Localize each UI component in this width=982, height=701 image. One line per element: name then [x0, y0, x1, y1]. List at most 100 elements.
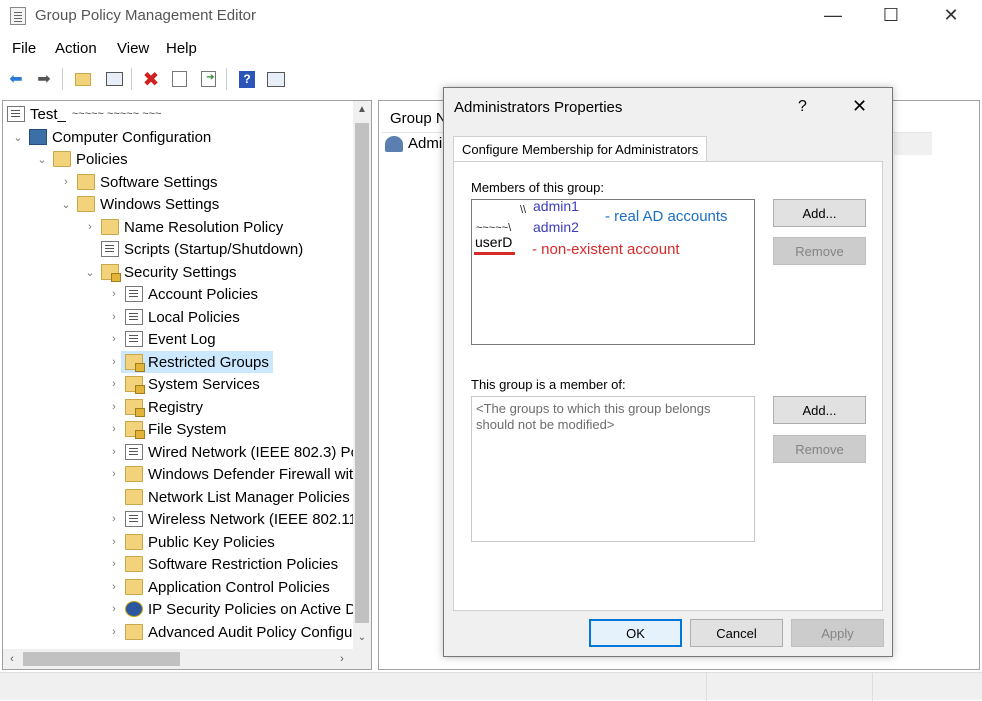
tree-item-registry[interactable]: › Registry	[107, 396, 203, 418]
tree-horizontal-scrollbar[interactable]: ‹ ›	[3, 649, 371, 669]
scripts-icon	[101, 241, 119, 257]
tab-configure-membership[interactable]: Configure Membership for Administrators	[453, 136, 708, 162]
scroll-down-icon[interactable]: ⌄	[353, 629, 371, 647]
tree-item-windows-settings[interactable]: ⌄ Windows Settings	[59, 193, 219, 215]
tree-vertical-scrollbar[interactable]: ▲ ⌄	[353, 101, 371, 649]
scroll-left-icon[interactable]: ‹	[3, 649, 21, 669]
chevron-right-icon[interactable]: ›	[83, 221, 97, 233]
account-policies-icon	[125, 286, 143, 302]
export-list-icon[interactable]: ➔	[197, 68, 219, 90]
help-icon[interactable]: ?	[236, 68, 258, 90]
tree-item-label: Registry	[148, 398, 204, 416]
folder-icon	[77, 174, 95, 190]
show-action-pane-icon[interactable]	[265, 68, 287, 90]
tree-item-software-settings[interactable]: › Software Settings	[59, 171, 217, 193]
tree-item-system-services[interactable]: › System Services	[107, 373, 260, 395]
chevron-right-icon[interactable]: ›	[107, 311, 121, 323]
menu-action[interactable]: Action	[55, 40, 97, 57]
scroll-up-icon[interactable]: ▲	[353, 101, 371, 119]
tree-item-wired-network[interactable]: › Wired Network (IEEE 802.3) Poli	[107, 441, 365, 463]
tree-item-advanced-audit[interactable]: › Advanced Audit Policy Configu	[107, 621, 352, 643]
tree-item-scripts[interactable]: Scripts (Startup/Shutdown)	[83, 238, 303, 260]
tree-item-computer-configuration[interactable]: ⌄ Computer Configuration	[11, 126, 211, 148]
back-arrow-icon[interactable]: ⬅	[5, 68, 27, 90]
tree-item-defender-firewall[interactable]: › Windows Defender Firewall wit	[107, 463, 353, 485]
chevron-right-icon[interactable]: ›	[107, 603, 121, 615]
chevron-right-icon[interactable]: ›	[107, 288, 121, 300]
tree-item-local-policies[interactable]: › Local Policies	[107, 306, 240, 328]
tree-item-network-list-manager[interactable]: Network List Manager Policies	[107, 486, 350, 508]
scroll-thumb[interactable]	[23, 652, 180, 666]
member-of-remove-button[interactable]: Remove	[773, 435, 866, 463]
tree-item-policies[interactable]: ⌄ Policies	[35, 148, 127, 170]
toolbar-separator	[62, 68, 63, 90]
chevron-right-icon[interactable]: ›	[59, 176, 73, 188]
member-of-add-button[interactable]: Add...	[773, 396, 866, 424]
tree-item-public-key-policies[interactable]: › Public Key Policies	[107, 531, 275, 553]
tree-item-security-settings[interactable]: ⌄ Security Settings	[83, 261, 237, 283]
chevron-right-icon[interactable]: ›	[107, 558, 121, 570]
up-folder-icon[interactable]	[72, 68, 94, 90]
tree-item-account-policies[interactable]: › Account Policies	[107, 283, 258, 305]
cancel-button[interactable]: Cancel	[690, 619, 783, 647]
chevron-right-icon[interactable]: ›	[107, 333, 121, 345]
close-window-button[interactable]: ✕	[928, 0, 974, 32]
apply-button[interactable]: Apply	[791, 619, 884, 647]
tree-item-event-log[interactable]: › Event Log	[107, 328, 215, 350]
chevron-right-icon[interactable]: ›	[107, 423, 121, 435]
member-item[interactable]: admin1	[533, 198, 579, 214]
annotation-nonexistent-account: - non-existent account	[532, 241, 680, 258]
tree-item-wireless-network[interactable]: › Wireless Network (IEEE 802.11) I	[107, 508, 370, 530]
tree-item-application-control[interactable]: › Application Control Policies	[107, 576, 330, 598]
chevron-right-icon[interactable]: ›	[107, 626, 121, 638]
redacted-text: ~~~~~ ~~~~~ ~~~	[71, 108, 162, 120]
show-hide-tree-icon[interactable]	[103, 68, 125, 90]
chevron-down-icon[interactable]: ⌄	[59, 198, 73, 211]
tree-item-label: System Services	[148, 375, 260, 393]
member-item[interactable]: userD	[475, 234, 512, 250]
tree-item-software-restriction[interactable]: › Software Restriction Policies	[107, 553, 338, 575]
chevron-right-icon[interactable]: ›	[107, 446, 121, 458]
list-item[interactable]: Admi	[385, 135, 442, 152]
menu-file[interactable]: File	[12, 40, 36, 57]
local-policies-icon	[125, 309, 143, 325]
minimize-button[interactable]: —	[810, 0, 856, 32]
maximize-button[interactable]: ☐	[868, 0, 914, 32]
help-button[interactable]: ?	[798, 98, 807, 116]
tree-item-label: Local Policies	[148, 308, 240, 326]
tree-item-ip-security[interactable]: › IP Security Policies on Active Di	[107, 598, 359, 620]
chevron-right-icon[interactable]: ›	[107, 536, 121, 548]
scroll-thumb[interactable]	[355, 123, 369, 623]
tree-item-restricted-groups[interactable]: › Restricted Groups	[107, 351, 273, 373]
chevron-down-icon[interactable]: ⌄	[11, 131, 25, 144]
delete-x-icon[interactable]: ✖	[140, 68, 162, 91]
members-remove-button[interactable]: Remove	[773, 237, 866, 265]
menu-help[interactable]: Help	[166, 40, 197, 57]
tree-item-file-system[interactable]: › File System	[107, 418, 226, 440]
tree-item-label: File System	[148, 420, 227, 438]
chevron-right-icon[interactable]: ›	[107, 513, 121, 525]
event-log-icon	[125, 331, 143, 347]
members-label: Members of this group:	[471, 180, 604, 195]
member-item[interactable]: admin2	[533, 219, 579, 235]
members-add-button[interactable]: Add...	[773, 199, 866, 227]
member-of-listbox[interactable]: <The groups to which this group belongs …	[471, 396, 755, 542]
chevron-right-icon[interactable]: ›	[107, 468, 121, 480]
chevron-right-icon[interactable]: ›	[107, 356, 121, 368]
chevron-down-icon[interactable]: ⌄	[35, 153, 49, 166]
dialog-close-button[interactable]: ✕	[852, 96, 867, 117]
members-listbox[interactable]: \\ ~~~~~\ admin1 admin2 userD - real AD …	[471, 198, 755, 345]
tree-item-name-resolution-policy[interactable]: › Name Resolution Policy	[83, 216, 283, 238]
properties-icon[interactable]	[168, 68, 190, 90]
chevron-down-icon[interactable]: ⌄	[83, 266, 97, 279]
forward-arrow-icon[interactable]: ➡	[33, 68, 55, 90]
tree-item-label: IP Security Policies on Active Di	[148, 600, 360, 618]
computer-icon	[29, 129, 47, 145]
menu-view[interactable]: View	[117, 40, 149, 57]
chevron-right-icon[interactable]: ›	[107, 581, 121, 593]
chevron-right-icon[interactable]: ›	[107, 401, 121, 413]
scroll-right-icon[interactable]: ›	[333, 649, 351, 669]
tree-root[interactable]: Test_ ~~~~~ ~~~~~ ~~~	[7, 103, 161, 125]
ok-button[interactable]: OK	[589, 619, 682, 647]
chevron-right-icon[interactable]: ›	[107, 378, 121, 390]
